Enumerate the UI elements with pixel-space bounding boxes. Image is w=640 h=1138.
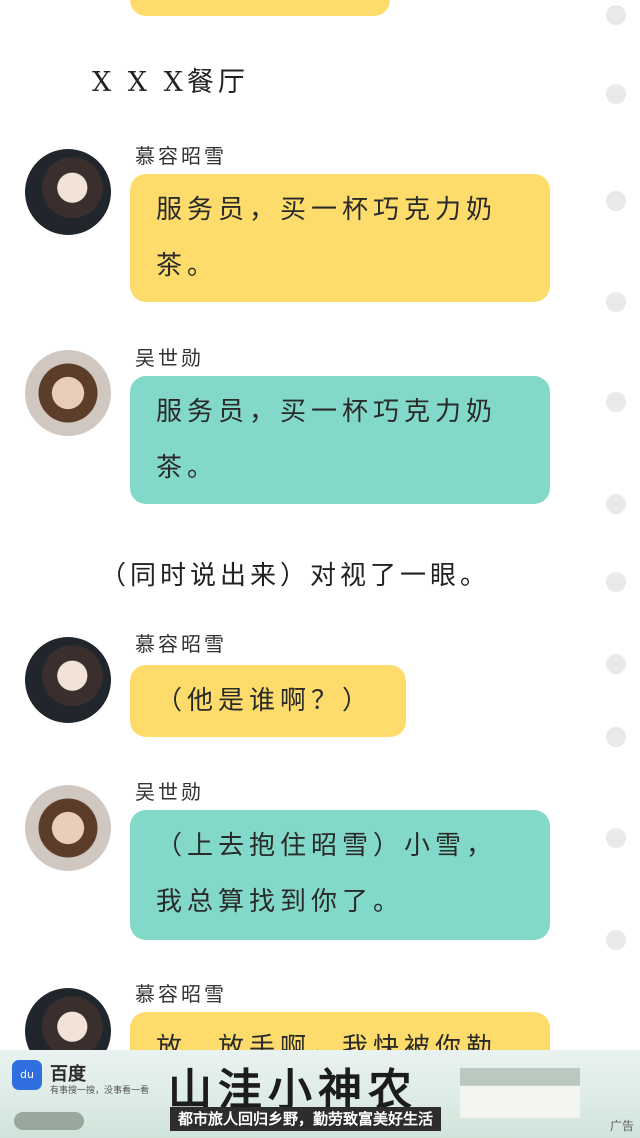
baidu-logo-icon: du xyxy=(12,1060,42,1090)
message-line: 我总算找到你了。 xyxy=(156,887,405,917)
speaker-name: 吴世勋 xyxy=(135,780,204,804)
message-line: 茶。 xyxy=(156,251,219,281)
message-line: （他是谁啊？） xyxy=(156,686,374,716)
speaker-name: 慕容昭雪 xyxy=(135,982,227,1006)
scroll-indicator-dot xyxy=(606,292,626,312)
scroll-indicator-dot xyxy=(606,5,626,25)
message-line: 茶。 xyxy=(156,453,219,483)
avatar[interactable] xyxy=(25,350,111,436)
scroll-indicator-dot xyxy=(606,84,626,104)
scroll-indicator-dot xyxy=(606,930,626,950)
scroll-indicator-dot xyxy=(606,727,626,747)
message-line: （上去抱住昭雪）小雪， xyxy=(156,831,498,861)
avatar[interactable] xyxy=(25,637,111,723)
scroll-indicator-dot xyxy=(606,392,626,412)
scroll-indicator-dot xyxy=(606,654,626,674)
narration-text: （同时说出来）对视了一眼。 xyxy=(100,561,491,591)
speaker-name: 慕容昭雪 xyxy=(135,632,227,656)
scene-label: X X X餐厅 xyxy=(92,67,249,98)
message-bubble[interactable]: 服务员，买一杯巧克力奶 茶。 xyxy=(130,174,550,302)
buffalo-illustration xyxy=(14,1112,84,1130)
message-bubble[interactable]: （他是谁啊？） xyxy=(130,665,406,737)
ad-tagline: 有事搜一搜，没事看一看 xyxy=(50,1086,150,1096)
scroll-indicator-dot xyxy=(606,572,626,592)
scroll-indicator-dot xyxy=(606,191,626,211)
avatar[interactable] xyxy=(25,785,111,871)
ad-marker[interactable]: 广告 xyxy=(610,1117,634,1134)
message-bubble[interactable]: （上去抱住昭雪）小雪， 我总算找到你了。 xyxy=(130,810,550,940)
ad-subtitle: 都市旅人回归乡野，勤劳致富美好生活 xyxy=(170,1107,442,1131)
message-bubble-partial[interactable] xyxy=(130,0,390,16)
avatar[interactable] xyxy=(25,149,111,235)
message-bubble[interactable]: 服务员，买一杯巧克力奶 茶。 xyxy=(130,376,550,504)
speaker-name: 吴世勋 xyxy=(135,346,204,370)
speaker-name: 慕容昭雪 xyxy=(135,144,227,168)
house-illustration xyxy=(460,1068,580,1118)
scroll-indicator-dot xyxy=(606,494,626,514)
message-line: 服务员，买一杯巧克力奶 xyxy=(156,397,498,427)
scroll-indicator-dot xyxy=(606,828,626,848)
message-line: 服务员，买一杯巧克力奶 xyxy=(156,195,498,225)
